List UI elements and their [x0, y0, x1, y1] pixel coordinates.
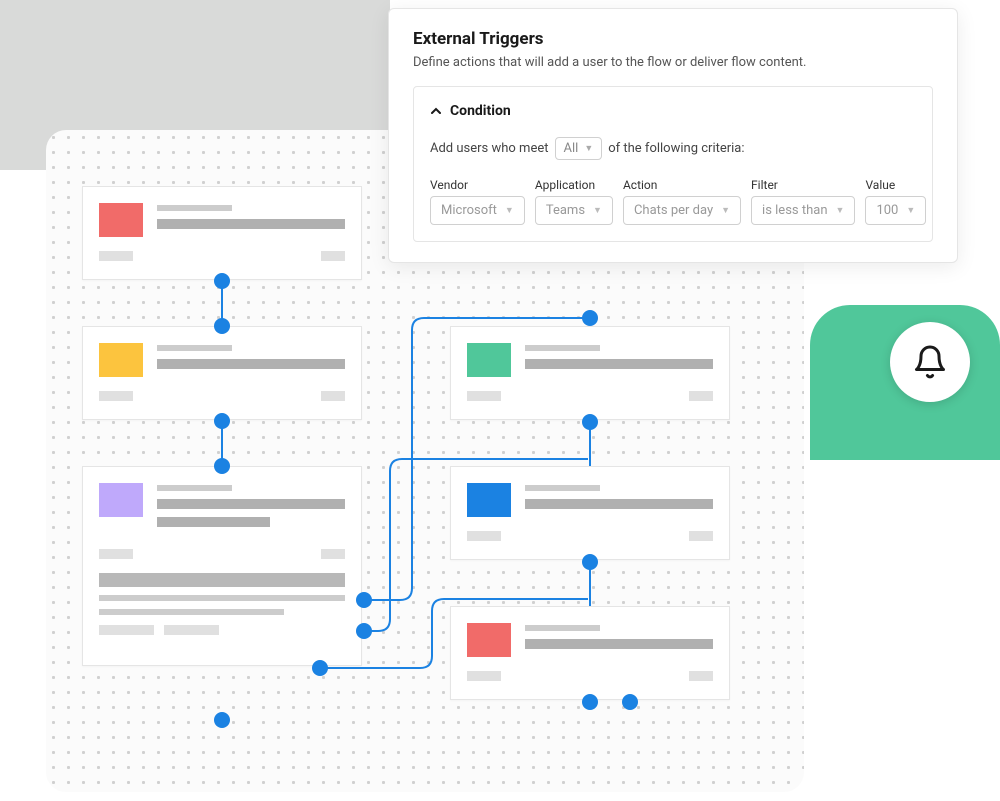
chevron-up-icon — [430, 105, 442, 117]
chevron-down-icon: ▼ — [836, 205, 845, 216]
card-text-placeholder — [157, 343, 345, 377]
condition-header[interactable]: Condition — [430, 103, 916, 119]
card-text-placeholder — [525, 483, 713, 517]
card-badge — [467, 671, 501, 681]
action-select[interactable]: Chats per day ▼ — [623, 196, 741, 225]
vendor-select[interactable]: Microsoft ▼ — [430, 196, 525, 225]
card-text-placeholder — [525, 343, 713, 377]
card-color-swatch — [467, 343, 511, 377]
select-value: All — [564, 141, 579, 156]
card-badge — [467, 391, 501, 401]
flow-card-6[interactable] — [450, 606, 730, 700]
card-badge — [321, 549, 345, 559]
bell-icon — [912, 344, 948, 380]
sentence-prefix: Add users who meet — [430, 141, 549, 156]
card-badge — [164, 625, 219, 635]
chevron-down-icon: ▼ — [584, 143, 593, 154]
select-value: Teams — [546, 203, 585, 218]
flow-card-3[interactable] — [82, 466, 362, 666]
chevron-down-icon: ▼ — [721, 205, 730, 216]
panel-subtitle: Define actions that will add a user to t… — [413, 55, 933, 70]
chevron-down-icon: ▼ — [505, 205, 514, 216]
application-select[interactable]: Teams ▼ — [535, 196, 613, 225]
card-badge — [689, 391, 713, 401]
condition-sentence: Add users who meet All ▼ of the followin… — [430, 137, 916, 160]
sentence-suffix: of the following criteria: — [608, 141, 744, 156]
flow-card-2[interactable] — [82, 326, 362, 420]
select-value: Chats per day — [634, 203, 713, 218]
match-mode-select[interactable]: All ▼ — [555, 137, 603, 160]
card-badge — [321, 251, 345, 261]
vendor-label: Vendor — [430, 178, 525, 192]
condition-fields: Vendor Microsoft ▼ Application Teams ▼ A… — [430, 178, 916, 225]
card-color-swatch — [467, 483, 511, 517]
card-color-swatch — [99, 483, 143, 517]
card-color-swatch — [99, 343, 143, 377]
value-select[interactable]: 100 ▼ — [865, 196, 926, 225]
external-triggers-panel: External Triggers Define actions that wi… — [388, 8, 958, 263]
card-text-placeholder — [157, 203, 345, 237]
value-label: Value — [865, 178, 926, 192]
action-label: Action — [623, 178, 741, 192]
condition-box: Condition Add users who meet All ▼ of th… — [413, 86, 933, 242]
panel-title: External Triggers — [413, 29, 933, 49]
card-badge — [99, 549, 133, 559]
notification-button[interactable] — [890, 322, 970, 402]
condition-label: Condition — [450, 103, 511, 119]
card-detail-section — [99, 573, 345, 635]
card-badge — [689, 531, 713, 541]
select-value: is less than — [762, 203, 827, 218]
application-label: Application — [535, 178, 613, 192]
card-text-placeholder — [157, 483, 345, 535]
filter-select[interactable]: is less than ▼ — [751, 196, 855, 225]
select-value: 100 — [876, 203, 898, 218]
card-badge — [99, 625, 154, 635]
flow-card-1[interactable] — [82, 186, 362, 280]
card-badge — [321, 391, 345, 401]
chevron-down-icon: ▼ — [593, 205, 602, 216]
card-badge — [99, 391, 133, 401]
card-badge — [689, 671, 713, 681]
flow-card-5[interactable] — [450, 466, 730, 560]
card-badge — [467, 531, 501, 541]
flow-card-4[interactable] — [450, 326, 730, 420]
card-color-swatch — [467, 623, 511, 657]
card-badge — [99, 251, 133, 261]
chevron-down-icon: ▼ — [906, 205, 915, 216]
filter-label: Filter — [751, 178, 855, 192]
card-text-placeholder — [525, 623, 713, 657]
select-value: Microsoft — [441, 203, 497, 218]
card-color-swatch — [99, 203, 143, 237]
